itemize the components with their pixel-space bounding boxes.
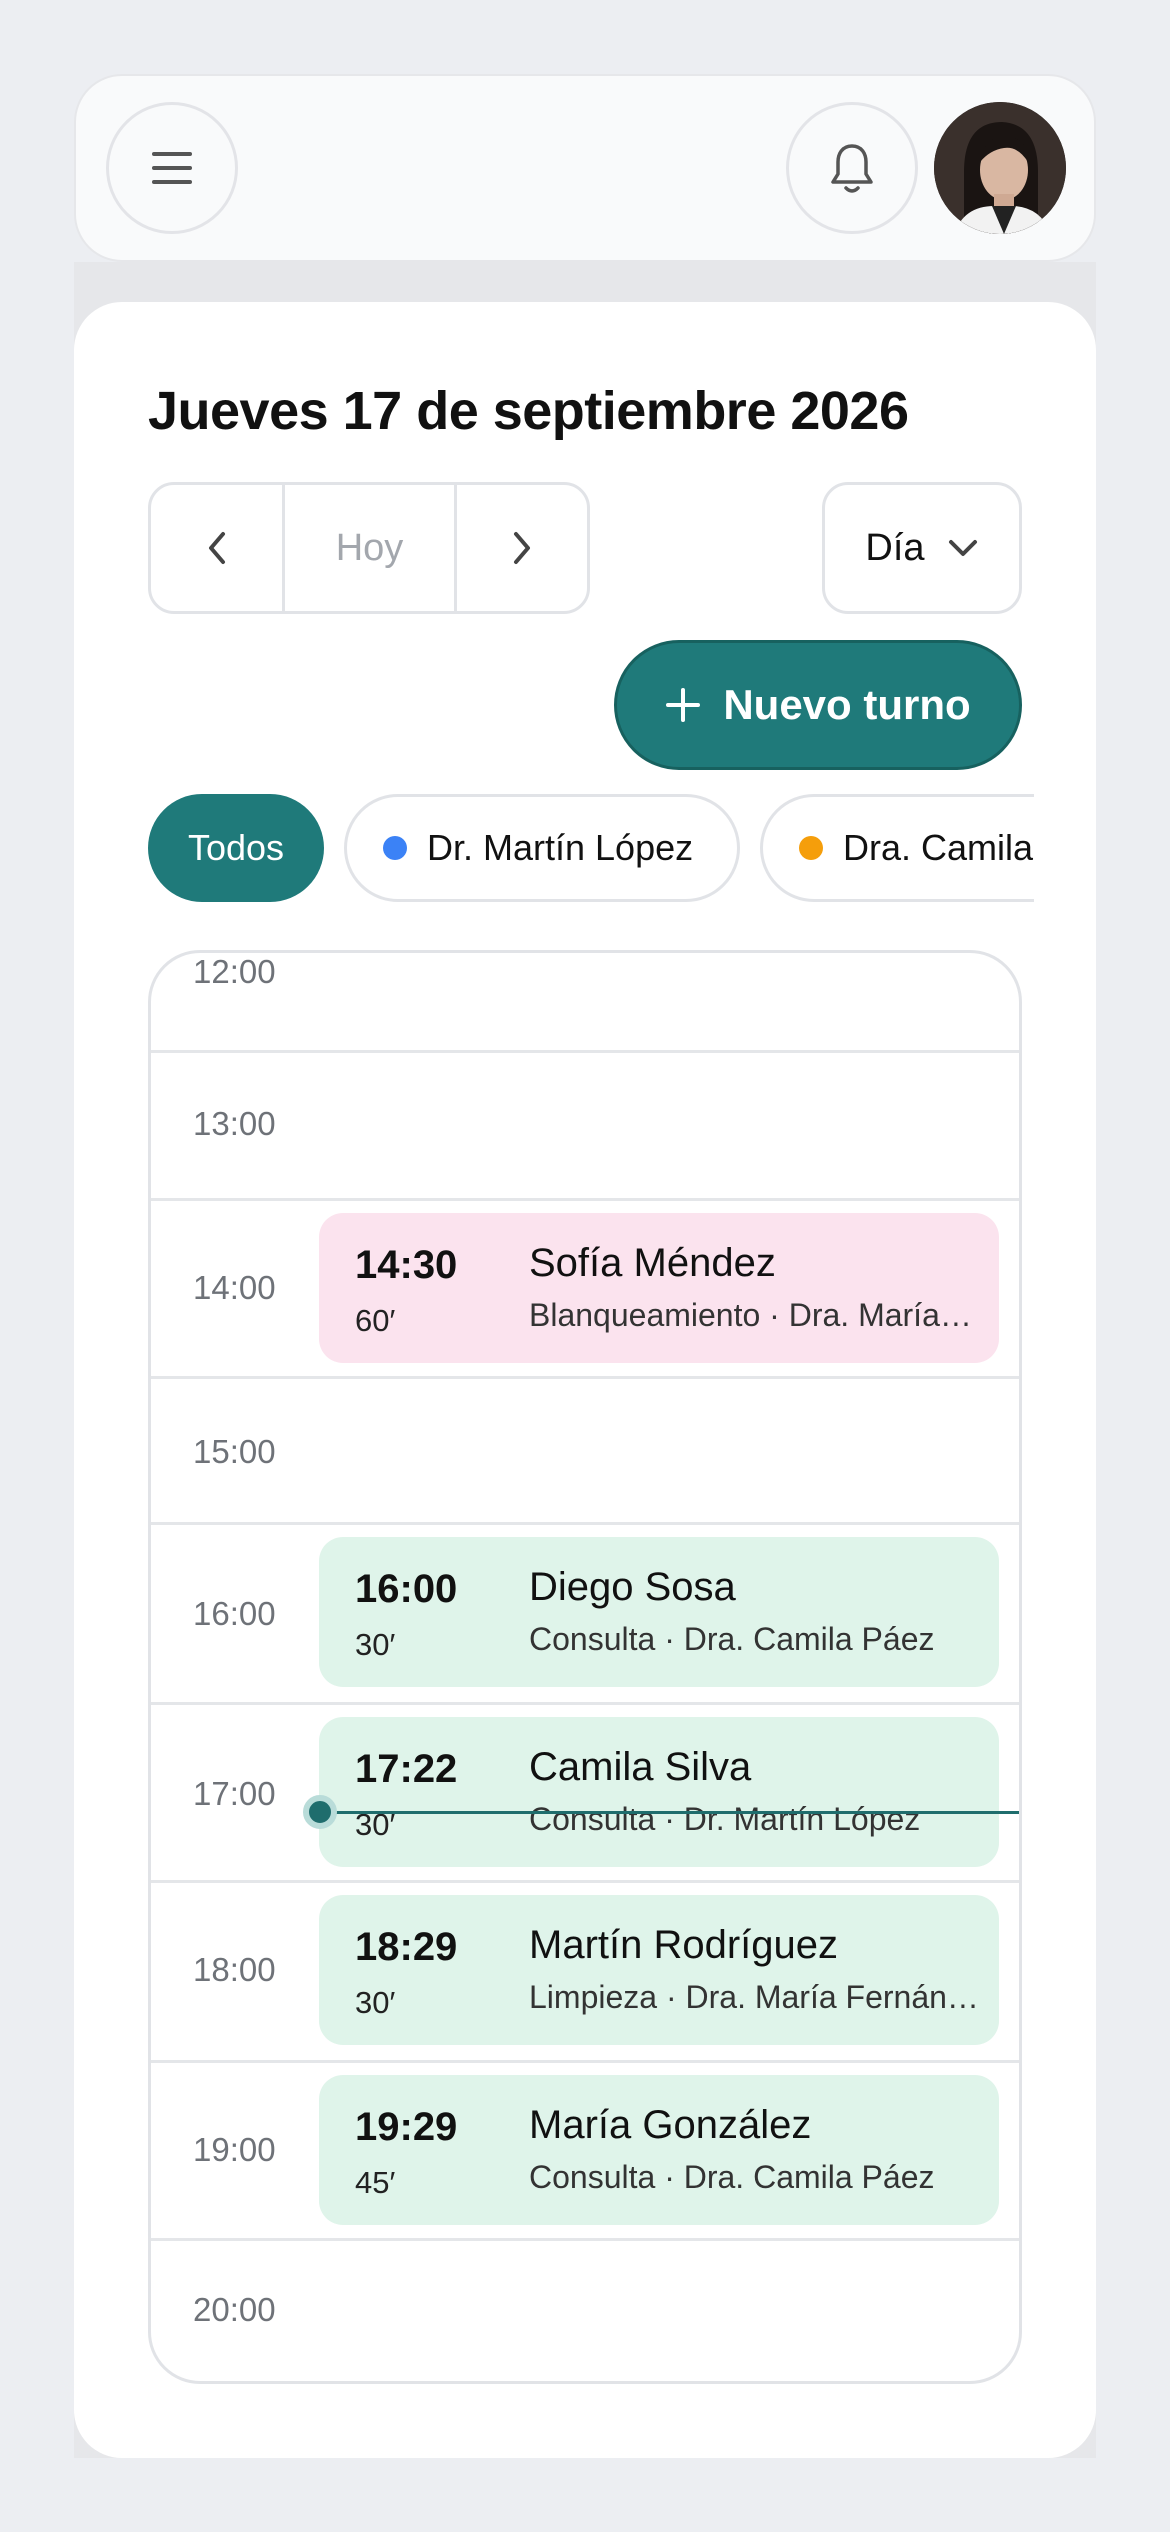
filter-chip-label: Dr. Martín López (427, 827, 694, 868)
plus-icon (666, 688, 701, 722)
appointment-time: 16:00 (355, 1567, 458, 1611)
date-navigation: Hoy (148, 482, 590, 614)
appointment-time: 17:22 (355, 1747, 458, 1791)
menu-icon (152, 152, 192, 184)
appointment-card[interactable]: 16:00 30′ Diego Sosa Consulta · Dra. Cam… (319, 1537, 999, 1687)
hour-label: 20:00 (193, 2291, 276, 2328)
hour-label: 15:00 (193, 1433, 276, 1470)
hour-row[interactable]: 13:00 (151, 1053, 1019, 1201)
hour-label: 12:00 (193, 953, 276, 990)
hour-label: 17:00 (193, 1775, 276, 1812)
appointment-detail: Limpieza · Dra. María Fernández (529, 1979, 979, 2015)
previous-day-button[interactable] (151, 485, 285, 611)
current-time-line (319, 1811, 1019, 1814)
appointment-time: 14:30 (355, 1243, 458, 1287)
doctor-color-dot (799, 836, 823, 860)
next-day-button[interactable] (457, 485, 587, 611)
appointment-card[interactable]: 17:22 30′ Camila Silva Consulta · Dr. Ma… (319, 1717, 999, 1867)
appointment-card[interactable]: 18:29 30′ Martín Rodríguez Limpieza · Dr… (319, 1895, 999, 2045)
doctor-color-dot (383, 836, 407, 860)
hour-label: 13:00 (193, 1105, 276, 1142)
chevron-left-icon (208, 532, 225, 564)
filter-chip-all[interactable]: Todos (148, 794, 324, 902)
view-select[interactable]: Día (822, 482, 1022, 614)
top-bar (74, 74, 1096, 262)
appointment-detail: Consulta · Dr. Martín López (529, 1801, 921, 1837)
hour-row[interactable]: 20:00 (151, 2241, 1019, 2381)
today-button[interactable]: Hoy (285, 485, 457, 611)
appointment-card[interactable]: 19:29 45′ María González Consulta · Dra.… (319, 2075, 999, 2225)
hour-label: 19:00 (193, 2131, 276, 2168)
appointment-duration: 30′ (355, 1985, 396, 2020)
appointment-detail: Consulta · Dra. Camila Páez (529, 2159, 935, 2195)
chevron-down-icon (948, 540, 977, 556)
bell-icon (831, 144, 873, 193)
hour-row: 12:00 (151, 953, 1019, 1053)
new-appointment-button[interactable]: Nuevo turno (614, 640, 1022, 770)
patient-name: Sofía Méndez (529, 1241, 776, 1285)
patient-name: Camila Silva (529, 1745, 752, 1789)
notifications-button[interactable] (786, 102, 918, 234)
avatar-photo (934, 102, 1066, 234)
hour-row: 19:00 19:29 45′ María González Consulta … (151, 2063, 1019, 2241)
chevron-right-icon (514, 532, 530, 564)
hour-label: 14:00 (193, 1269, 276, 1306)
appointment-time: 18:29 (355, 1925, 458, 1969)
menu-button[interactable] (106, 102, 238, 234)
appointment-duration: 30′ (355, 1627, 396, 1662)
hour-label: 16:00 (193, 1595, 276, 1632)
filter-chip-dra-camila[interactable]: Dra. Camila (760, 794, 1034, 902)
hour-row: 18:00 18:29 30′ Martín Rodríguez Limpiez… (151, 1883, 1019, 2063)
appointment-duration: 45′ (355, 2165, 396, 2200)
hour-row: 16:00 16:00 30′ Diego Sosa Consulta · Dr… (151, 1525, 1019, 1705)
filter-chip-dr-martin-lopez[interactable]: Dr. Martín López (344, 794, 740, 902)
hour-row: 14:00 14:30 60′ Sofía Méndez Blanqueamie… (151, 1201, 1019, 1379)
view-select-label: Día (865, 526, 925, 569)
page-title: Jueves 17 de septiembre 2026 (148, 381, 909, 441)
appointment-card[interactable]: 14:30 60′ Sofía Méndez Blanqueamiento · … (319, 1213, 999, 1363)
avatar[interactable] (934, 102, 1066, 234)
doctor-filter-bar: Todos Dr. Martín López Dra. Camila (148, 794, 1034, 904)
calendar-card: Jueves 17 de septiembre 2026 Hoy Día Nue… (74, 302, 1096, 2458)
appointment-detail: Consulta · Dra. Camila Páez (529, 1621, 935, 1657)
filter-chip-label: Dra. Camila (843, 827, 1034, 868)
appointment-time: 19:29 (355, 2105, 458, 2149)
patient-name: Martín Rodríguez (529, 1923, 839, 1967)
patient-name: María González (529, 2103, 812, 2147)
filter-chip-label: Todos (187, 827, 285, 868)
current-time-dot (303, 1795, 337, 1829)
appointment-duration: 60′ (355, 1303, 396, 1338)
new-appointment-label: Nuevo turno (723, 681, 971, 728)
hour-label: 18:00 (193, 1951, 276, 1988)
hour-row[interactable]: 15:00 (151, 1379, 1019, 1525)
appointment-detail: Blanqueamiento · Dra. María Fernández (529, 1297, 979, 1333)
hour-row: 17:00 17:22 30′ Camila Silva Consulta · … (151, 1705, 1019, 1883)
day-schedule: 12:00 13:00 14:00 14:30 60′ Sofía Méndez… (148, 950, 1022, 2384)
patient-name: Diego Sosa (529, 1565, 736, 1609)
